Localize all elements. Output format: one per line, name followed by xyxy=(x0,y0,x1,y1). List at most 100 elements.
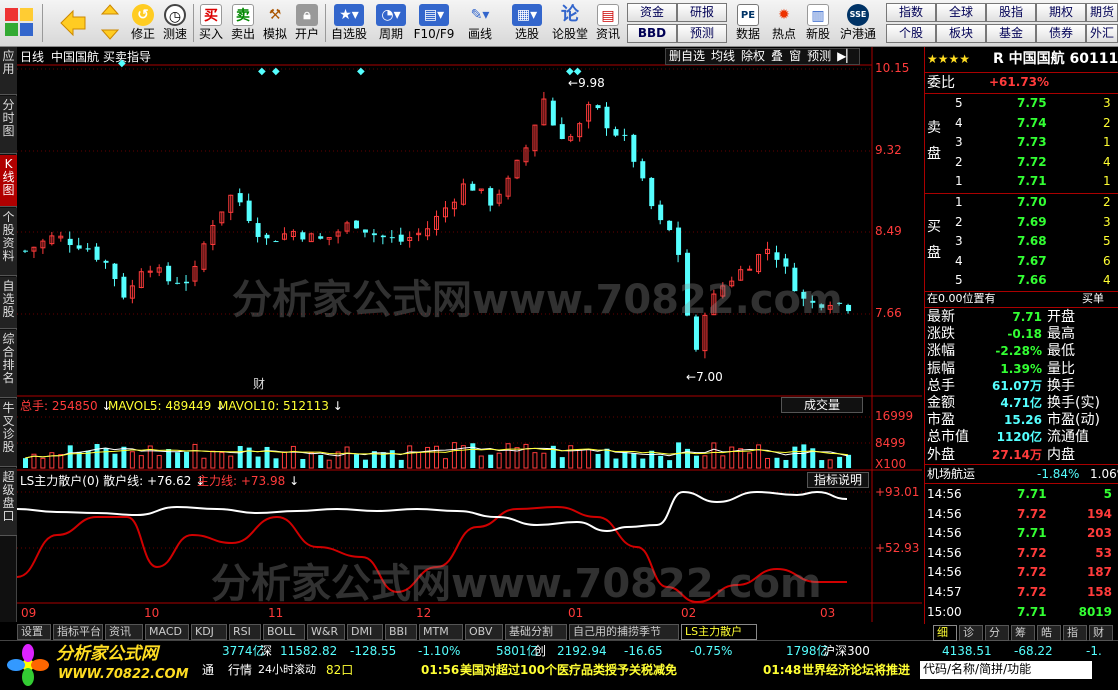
status-tab-82[interactable]: 82口 xyxy=(326,663,353,677)
event-diamond-icon[interactable]: ◆ xyxy=(357,65,365,79)
grid-btn-global[interactable]: 全球 xyxy=(936,3,986,22)
indicator-tab[interactable]: 基础分割 xyxy=(505,624,567,640)
volume-indicator-button[interactable]: 成交量 xyxy=(781,397,864,413)
watchlist-button[interactable]: ★▾ 自选股 xyxy=(328,2,370,45)
event-diamond-icon[interactable]: ◆◆ xyxy=(566,65,581,79)
overlay-button[interactable]: 叠 xyxy=(768,49,786,63)
event-diamond-icon[interactable]: ◆ xyxy=(258,65,266,79)
buy-price[interactable]: 7.68 xyxy=(1017,234,1047,248)
grid-btn-stock-index[interactable]: 股指 xyxy=(986,3,1036,22)
indicator-tab[interactable]: W&R xyxy=(307,624,345,640)
data-button[interactable]: PE 数据 xyxy=(732,2,764,45)
menu-arrow-icon[interactable]: ▶▏ xyxy=(834,49,858,63)
indicator-tab[interactable]: RSI xyxy=(229,624,261,640)
indicator-tab[interactable]: DMI xyxy=(347,624,383,640)
undo-button[interactable]: ↺ 修正 xyxy=(128,2,158,45)
quote-tab[interactable]: 细 xyxy=(933,625,957,641)
status-tab-quotes[interactable]: 行情 xyxy=(228,663,252,677)
f10-button[interactable]: ▤▾ F10/F9 xyxy=(412,2,456,45)
left-tab-diagnosis[interactable]: 牛叉诊股 xyxy=(0,399,17,467)
draw-line-button[interactable]: ✎▾ 画线 xyxy=(460,2,500,45)
indicator-guide-label[interactable]: 买卖指导 xyxy=(103,50,151,64)
news-headline[interactable]: 世界经济论坛将推进 xyxy=(802,663,910,677)
app-logo-icon[interactable] xyxy=(0,2,40,45)
sell-button[interactable]: 卖 卖出 xyxy=(228,2,258,45)
sell-price[interactable]: 7.75 xyxy=(1017,96,1047,110)
ma-button[interactable]: 均线 xyxy=(708,49,738,63)
finance-marker[interactable]: 财 xyxy=(253,377,265,391)
sell-price[interactable]: 7.73 xyxy=(1017,135,1047,149)
grid-btn-bonds[interactable]: 债券 xyxy=(1036,24,1086,43)
left-tab-profile[interactable]: 个股资料 xyxy=(0,208,17,276)
period-label[interactable]: 日线 xyxy=(20,50,44,64)
kline-chart-area[interactable]: 日线 中国国航 买卖指导 删自选 均线 除权叠窗预测 ▶▏ 10.15 9.32 8.… xyxy=(17,47,922,622)
hk-connect-button[interactable]: SSE 沪港通 xyxy=(836,2,880,45)
left-tab-ranking[interactable]: 综合排名 xyxy=(0,330,17,398)
back-button[interactable] xyxy=(54,2,90,45)
indicator-tab[interactable]: MTM xyxy=(419,624,463,640)
hs300-index[interactable]: 4138.51 xyxy=(942,644,992,658)
grid-btn-options[interactable]: 期权 xyxy=(1036,3,1086,22)
grid-btn-funds[interactable]: 基金 xyxy=(986,24,1036,43)
exright-button[interactable]: 除权 xyxy=(738,49,768,63)
code-search-input[interactable]: 代码/名称/简拼/功能 xyxy=(920,661,1092,679)
indicator-tab[interactable]: 指标平台 xyxy=(53,624,103,640)
news-button[interactable]: ▤ 资讯 xyxy=(592,2,624,45)
sector-name[interactable]: 机场航运 xyxy=(927,467,975,481)
quote-tab[interactable]: 财 xyxy=(1089,625,1113,641)
buy-price[interactable]: 7.67 xyxy=(1017,254,1047,268)
buy-button[interactable]: 买 买入 xyxy=(196,2,226,45)
status-tab-scroll[interactable]: 24小时滚动 xyxy=(258,663,316,677)
sell-price[interactable]: 7.71 xyxy=(1017,174,1047,188)
window-button[interactable]: 窗 xyxy=(786,49,804,63)
grid-btn-research[interactable]: 研报 xyxy=(677,3,727,22)
left-tab-level2[interactable]: 超级盘口 xyxy=(0,468,17,536)
grid-btn-bbd[interactable]: BBD xyxy=(627,24,677,43)
quote-tab[interactable]: 皓 xyxy=(1037,625,1061,641)
indicator-tab[interactable]: BBI xyxy=(385,624,417,640)
grid-btn-sectors[interactable]: 板块 xyxy=(936,24,986,43)
indicator-tab[interactable]: LS主力散户 xyxy=(681,624,757,640)
indicator-help-button[interactable]: 指标说明 xyxy=(807,472,870,488)
quote-tab[interactable]: 分 xyxy=(985,625,1009,641)
grid-btn-futures[interactable]: 期货 xyxy=(1086,3,1118,22)
up-down-buttons[interactable] xyxy=(98,2,122,45)
sell-price[interactable]: 7.72 xyxy=(1017,155,1047,169)
cy-index[interactable]: 2192.94 xyxy=(557,644,607,658)
buy-price[interactable]: 7.70 xyxy=(1017,195,1047,209)
new-stock-button[interactable]: ▥ 新股 xyxy=(802,2,834,45)
indicator-tab[interactable]: BOLL xyxy=(263,624,305,640)
indicator-tab[interactable]: 自己用的捕捞季节 xyxy=(569,624,679,640)
grid-btn-capital[interactable]: 资金 xyxy=(627,3,677,22)
buy-price[interactable]: 7.66 xyxy=(1017,273,1047,287)
open-account-button[interactable]: 🔒︎ 开户 xyxy=(292,2,322,45)
left-tab-kline[interactable]: K线图 xyxy=(0,155,17,207)
indicator-tab[interactable]: OBV xyxy=(465,624,503,640)
grid-btn-index[interactable]: 指数 xyxy=(886,3,936,22)
quote-tab[interactable]: 诊 xyxy=(959,625,983,641)
buy-price[interactable]: 7.69 xyxy=(1017,215,1047,229)
left-tab-watchlist[interactable]: 自选股 xyxy=(0,277,17,329)
quote-tab[interactable]: 筹 xyxy=(1011,625,1035,641)
stock-screen-button[interactable]: ▦▾ 选股 xyxy=(506,2,548,45)
sell-price[interactable]: 7.74 xyxy=(1017,116,1047,130)
grid-btn-forecast[interactable]: 预测 xyxy=(677,24,727,43)
left-tab-apps[interactable]: 应用 xyxy=(0,47,17,95)
period-button[interactable]: ◔▾ 周期 xyxy=(372,2,410,45)
left-tab-intraday[interactable]: 分时图 xyxy=(0,96,17,154)
speed-test-button[interactable]: ◷ 测速 xyxy=(160,2,190,45)
forecast-button[interactable]: 预测 xyxy=(804,49,834,63)
sz-index[interactable]: 11582.82 xyxy=(280,644,337,658)
status-tab[interactable]: 通 xyxy=(202,663,214,677)
event-diamond-icon[interactable]: ◆ xyxy=(272,65,280,79)
hotspot-button[interactable]: ✹ 热点 xyxy=(768,2,800,45)
remove-watchlist-button[interactable]: 删自选 xyxy=(666,49,708,63)
quote-tab[interactable]: 指 xyxy=(1063,625,1087,641)
simulate-button[interactable]: ⚒ 模拟 xyxy=(260,2,290,45)
grid-btn-stocks[interactable]: 个股 xyxy=(886,24,936,43)
event-diamond-icon[interactable]: ◆ xyxy=(118,57,126,71)
forum-button[interactable]: 论 论股堂 xyxy=(552,2,588,45)
indicator-tab[interactable]: 资讯 xyxy=(105,624,143,640)
indicator-tab[interactable]: MACD xyxy=(145,624,189,640)
indicator-tab[interactable]: KDJ xyxy=(191,624,227,640)
